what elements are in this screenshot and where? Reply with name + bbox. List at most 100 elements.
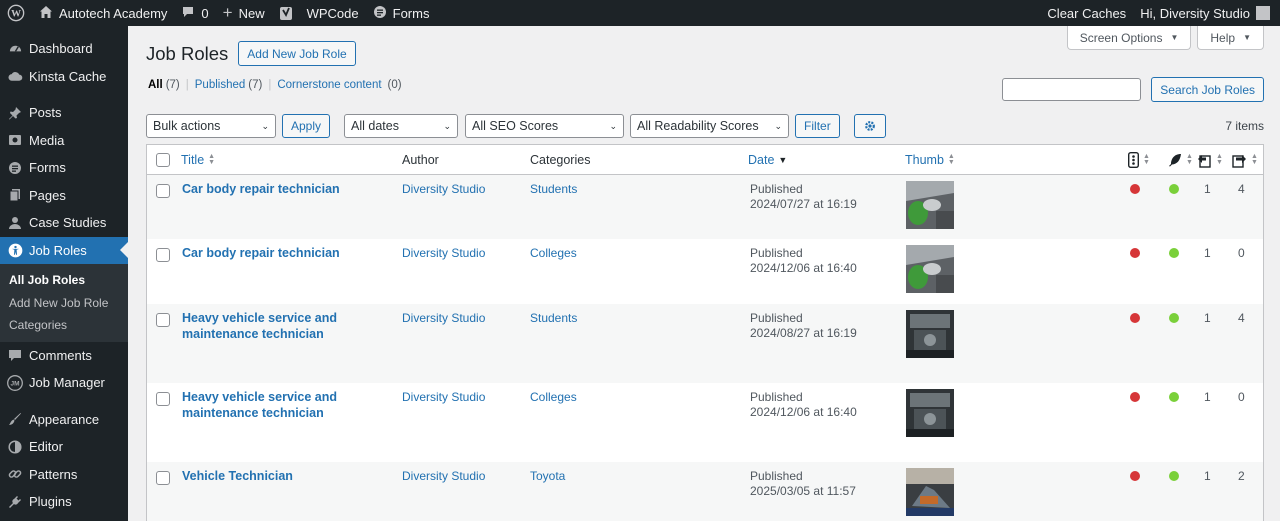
sidebar-item-kinsta-cache[interactable]: Kinsta Cache bbox=[0, 63, 128, 91]
date-filter-select[interactable]: All dates ⌄ bbox=[344, 114, 459, 138]
view-filters: All (7) | Published (7) | Cornerstone co… bbox=[148, 79, 402, 91]
select-all-checkbox[interactable] bbox=[156, 145, 170, 175]
column-thumb-label: Thumb bbox=[905, 153, 944, 167]
row-thumbnail[interactable] bbox=[906, 468, 954, 516]
view-cornerstone-link[interactable]: Cornerstone content bbox=[277, 79, 381, 91]
submenu-categories[interactable]: Categories bbox=[0, 314, 128, 337]
bulk-actions-select[interactable]: Bulk actions ⌄ bbox=[146, 114, 276, 138]
sidebar-item-plugins[interactable]: Plugins bbox=[0, 488, 128, 516]
sidebar-item-media[interactable]: Media bbox=[0, 127, 128, 155]
column-outgoing-links[interactable]: ▲ ▼ bbox=[1197, 145, 1223, 175]
row-author-link[interactable]: Diversity Studio bbox=[402, 311, 485, 327]
submenu-add-new-job-role[interactable]: Add New Job Role bbox=[0, 292, 128, 315]
seo-score-filter-select[interactable]: All SEO Scores ⌄ bbox=[465, 114, 625, 138]
row-category-link[interactable]: Colleges bbox=[530, 246, 577, 262]
row-date: 2025/03/05 at 11:57 bbox=[750, 484, 856, 498]
seo-filter-value: All SEO Scores bbox=[472, 119, 559, 133]
screen-options-button[interactable]: Screen Options ▼ bbox=[1066, 26, 1192, 50]
wpcode-link[interactable]: WPCode bbox=[300, 0, 366, 26]
row-thumbnail[interactable] bbox=[906, 389, 954, 437]
comment-icon bbox=[181, 5, 195, 22]
new-content-link[interactable]: + New bbox=[216, 0, 272, 26]
my-account-link[interactable]: Hi, Diversity Studio bbox=[1133, 0, 1280, 26]
clear-caches-link[interactable]: Clear Caches bbox=[1040, 0, 1133, 26]
row-category-link[interactable]: Students bbox=[530, 182, 577, 198]
search-input[interactable] bbox=[1002, 78, 1142, 101]
sidebar-item-posts[interactable]: Posts bbox=[0, 99, 128, 127]
sidebar-item-appearance[interactable]: Appearance bbox=[0, 406, 128, 434]
editor-icon bbox=[7, 439, 23, 455]
sidebar-label: Plugins bbox=[29, 494, 72, 510]
row-title-link[interactable]: Car body repair technician bbox=[182, 246, 342, 262]
view-published-link[interactable]: Published bbox=[195, 79, 246, 91]
row-author-link[interactable]: Diversity Studio bbox=[402, 390, 485, 406]
readability-filter-select[interactable]: All Readability Scores ⌄ bbox=[630, 114, 790, 138]
row-status: Published bbox=[750, 390, 803, 404]
row-checkbox[interactable] bbox=[156, 392, 170, 406]
sidebar-item-comments[interactable]: Comments bbox=[0, 342, 128, 370]
sidebar-item-editor[interactable]: Editor bbox=[0, 433, 128, 461]
row-category-link[interactable]: Colleges bbox=[530, 390, 577, 406]
forms-link[interactable]: Forms bbox=[366, 0, 437, 26]
separator: | bbox=[268, 79, 272, 91]
row-title-link[interactable]: Car body repair technician bbox=[182, 182, 342, 198]
sidebar-item-forms[interactable]: Forms bbox=[0, 154, 128, 182]
sidebar-item-pages[interactable]: Pages bbox=[0, 182, 128, 210]
sort-icon: ▲ ▼ bbox=[1251, 153, 1258, 166]
comments-count: 0 bbox=[201, 5, 209, 21]
row-author-link[interactable]: Diversity Studio bbox=[402, 246, 485, 262]
row-title-link[interactable]: Vehicle Technician bbox=[182, 469, 342, 485]
row-checkbox[interactable] bbox=[156, 471, 170, 485]
row-title-link[interactable]: Heavy vehicle service and maintenance te… bbox=[182, 311, 342, 342]
column-thumb[interactable]: Thumb ▲ ▼ bbox=[905, 145, 955, 175]
outgoing-links-count: 1 bbox=[1204, 311, 1211, 325]
wordpress-logo-icon[interactable]: W bbox=[0, 0, 32, 26]
site-name-link[interactable]: Autotech Academy bbox=[32, 0, 174, 26]
tablenav-top: Bulk actions ⌄ Apply All dates ⌄ All SEO… bbox=[146, 114, 1264, 138]
submenu-all-job-roles[interactable]: All Job Roles bbox=[0, 269, 128, 292]
row-category-link[interactable]: Students bbox=[530, 311, 577, 327]
row-date: 2024/12/06 at 16:40 bbox=[750, 405, 857, 419]
row-author-link[interactable]: Diversity Studio bbox=[402, 469, 485, 485]
sidebar-label: Dashboard bbox=[29, 41, 93, 57]
sidebar-item-job-roles[interactable]: Job Roles bbox=[0, 236, 128, 264]
row-checkbox[interactable] bbox=[156, 248, 170, 262]
column-title[interactable]: Title ▲ ▼ bbox=[181, 145, 215, 175]
row-thumbnail[interactable] bbox=[906, 310, 954, 358]
sort-icon: ▲ ▼ bbox=[1186, 153, 1193, 166]
sidebar-item-dashboard[interactable]: Dashboard bbox=[0, 35, 128, 63]
column-incoming-links[interactable]: ▲ ▼ bbox=[1232, 145, 1258, 175]
forms-label: Forms bbox=[392, 5, 430, 21]
table-row: Car body repair technician Diversity Stu… bbox=[147, 175, 1263, 239]
filter-button[interactable]: Filter bbox=[795, 114, 840, 138]
gear-icon[interactable] bbox=[853, 114, 886, 138]
add-new-job-role-button[interactable]: Add New Job Role bbox=[238, 41, 356, 66]
row-date: 2024/07/27 at 16:19 bbox=[750, 197, 857, 211]
apply-button[interactable]: Apply bbox=[282, 114, 331, 138]
chevron-down-icon: ⌄ bbox=[609, 120, 618, 131]
row-thumbnail[interactable] bbox=[906, 245, 954, 293]
sidebar-item-job-manager[interactable]: JM Job Manager bbox=[0, 369, 128, 397]
outgoing-links-count: 1 bbox=[1204, 182, 1211, 196]
sidebar-label: Patterns bbox=[29, 466, 78, 482]
sidebar-item-case-studies[interactable]: Case Studies bbox=[0, 209, 128, 237]
help-label: Help bbox=[1210, 30, 1236, 45]
help-button[interactable]: Help ▼ bbox=[1197, 26, 1264, 50]
yoast-icon[interactable] bbox=[272, 0, 300, 26]
row-status: Published bbox=[750, 311, 803, 325]
comments-link[interactable]: 0 bbox=[174, 0, 215, 26]
column-readability[interactable]: ▲ ▼ bbox=[1168, 145, 1193, 175]
row-checkbox[interactable] bbox=[156, 184, 170, 198]
column-seo-score[interactable]: ▲ ▼ bbox=[1128, 145, 1150, 175]
sidebar-item-patterns[interactable]: Patterns bbox=[0, 461, 128, 489]
search-job-roles-button[interactable]: Search Job Roles bbox=[1151, 77, 1264, 102]
row-thumbnail[interactable] bbox=[906, 181, 954, 229]
row-category-link[interactable]: Toyota bbox=[530, 469, 565, 485]
column-date[interactable]: Date ▼ bbox=[748, 145, 787, 175]
view-all-link[interactable]: All bbox=[148, 79, 163, 91]
row-checkbox[interactable] bbox=[156, 313, 170, 327]
row-title-link[interactable]: Heavy vehicle service and maintenance te… bbox=[182, 390, 342, 421]
row-author-link[interactable]: Diversity Studio bbox=[402, 182, 485, 198]
plugin-icon bbox=[7, 494, 23, 510]
separator: | bbox=[185, 79, 189, 91]
